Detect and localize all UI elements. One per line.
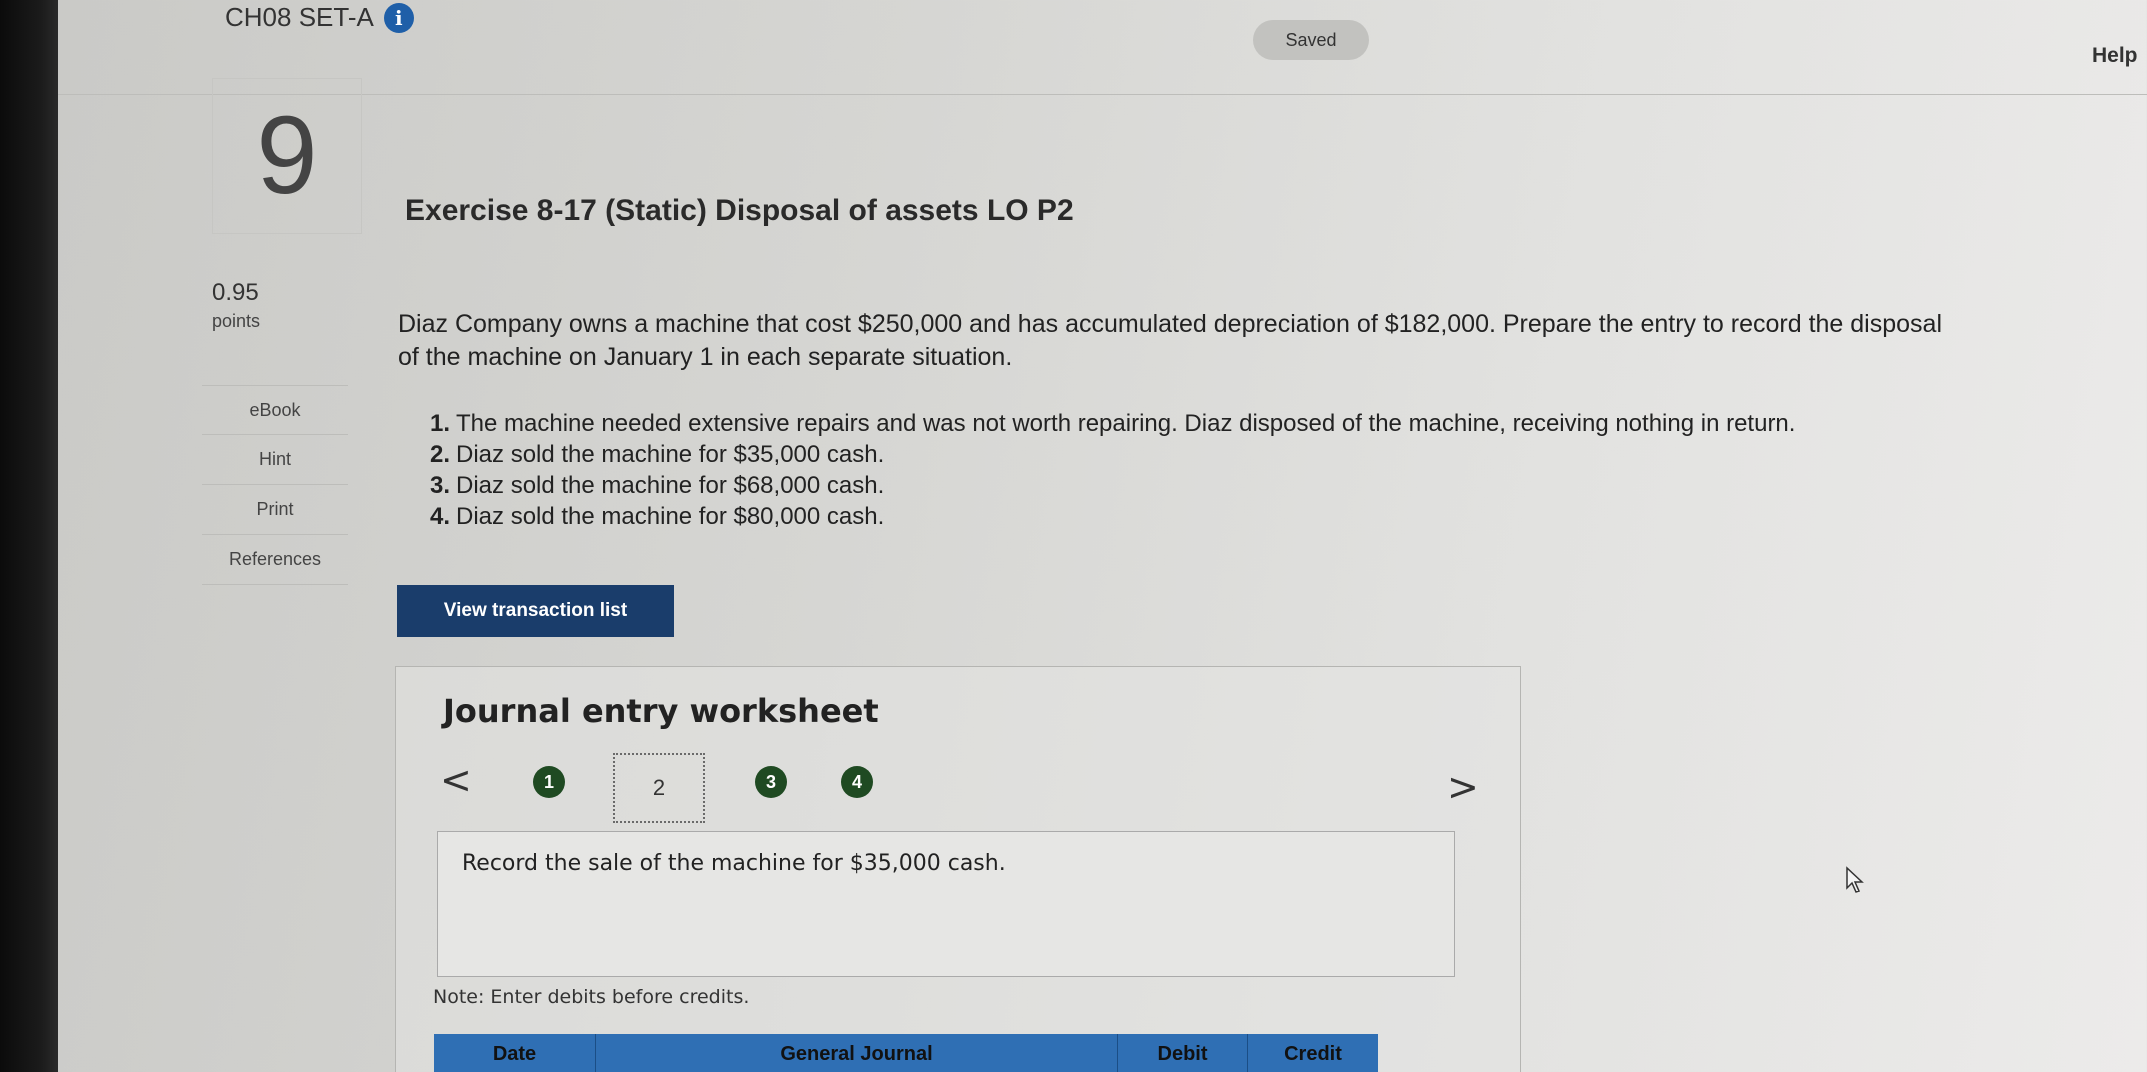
- worksheet-title: Journal entry worksheet: [443, 692, 879, 730]
- step-2-current[interactable]: 2: [613, 753, 705, 823]
- column-debit: Debit: [1118, 1034, 1248, 1072]
- previous-step-button[interactable]: <: [440, 758, 472, 802]
- requirement-number: 3.: [430, 472, 451, 499]
- screen-bezel: [0, 0, 58, 1072]
- note-text: Note: Enter debits before credits.: [433, 986, 750, 1008]
- resource-links: eBook Hint Print References: [202, 385, 348, 585]
- exercise-title: Exercise 8-17 (Static) Disposal of asset…: [405, 194, 1074, 227]
- mouse-pointer-icon: [1846, 866, 1864, 893]
- requirement-text: Diaz sold the machine for $68,000 cash.: [456, 472, 885, 499]
- requirement-number: 2.: [430, 441, 451, 468]
- requirement-text: The machine needed extensive repairs and…: [456, 410, 1796, 437]
- points-label: points: [212, 311, 261, 331]
- requirements-list: 1. The machine needed extensive repairs a…: [430, 408, 1795, 532]
- requirement-number: 1.: [430, 410, 451, 437]
- print-link[interactable]: Print: [202, 485, 348, 535]
- requirement-item: 1. The machine needed extensive repairs a…: [430, 408, 1795, 439]
- journal-table-header: Date General Journal Debit Credit: [434, 1034, 1378, 1072]
- instruction-text: Record the sale of the machine for $35,0…: [462, 851, 1006, 876]
- column-date: Date: [434, 1034, 596, 1072]
- requirement-item: 4. Diaz sold the machine for $80,000 cash…: [430, 501, 1795, 532]
- ebook-link[interactable]: eBook: [202, 385, 348, 435]
- references-link[interactable]: References: [202, 535, 348, 585]
- column-credit: Credit: [1284, 1042, 1342, 1065]
- points-value: 0.95: [212, 279, 259, 306]
- column-general-journal: General Journal: [596, 1034, 1118, 1072]
- question-number: 9: [256, 94, 318, 217]
- requirement-item: 2. Diaz sold the machine for $35,000 cash…: [430, 439, 1795, 470]
- problem-statement: Diaz Company owns a machine that cost $2…: [398, 310, 1943, 371]
- requirement-text: Diaz sold the machine for $80,000 cash.: [456, 503, 885, 530]
- step-3-button[interactable]: 3: [755, 766, 787, 798]
- next-step-button[interactable]: >: [1447, 765, 1479, 809]
- question-number-box: 9: [212, 78, 362, 234]
- requirement-item: 3. Diaz sold the machine for $68,000 cash…: [430, 470, 1795, 501]
- help-link[interactable]: Help: [2092, 44, 2138, 68]
- assignment-title-text: CH08 SET-A: [225, 2, 374, 32]
- requirement-text: Diaz sold the machine for $35,000 cash.: [456, 441, 885, 468]
- step-4-button[interactable]: 4: [841, 766, 873, 798]
- info-icon[interactable]: i: [383, 2, 414, 33]
- hint-link[interactable]: Hint: [202, 435, 348, 485]
- requirement-number: 4.: [430, 503, 451, 530]
- step-1-button[interactable]: 1: [533, 766, 565, 798]
- assignment-title: CH08 SET-A i: [225, 2, 414, 33]
- view-transaction-list-button[interactable]: View transaction list: [397, 585, 674, 637]
- saved-status-badge: Saved: [1253, 20, 1369, 60]
